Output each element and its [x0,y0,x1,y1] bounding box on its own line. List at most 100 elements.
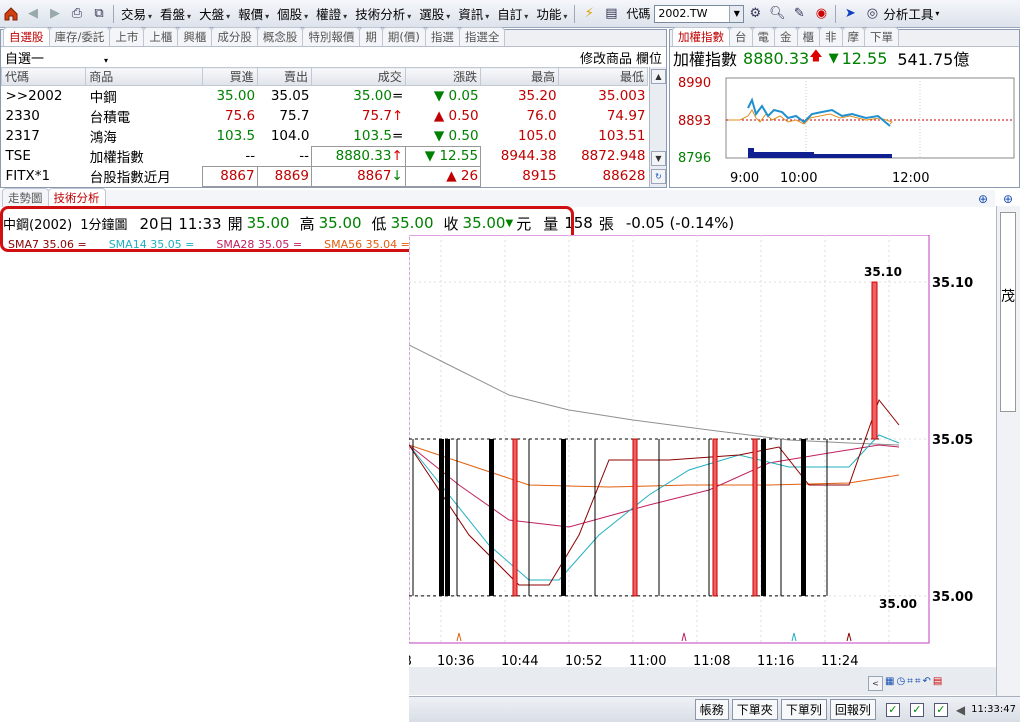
menu-item[interactable]: 交易 [117,4,156,23]
tab[interactable]: 台 [729,27,753,46]
menu-item[interactable]: 資訊 [454,4,493,23]
column-header[interactable]: 漲跌 [404,67,482,86]
tab[interactable]: 指選 [424,27,460,46]
notepad-icon[interactable]: ▤ [602,5,620,23]
column-header[interactable]: 賣出 [256,67,312,86]
tab[interactable]: 概念股 [256,27,304,46]
chart-tool-icon[interactable]: ⌗ [915,676,921,692]
chart-tool-icon[interactable]: ◷ [896,676,905,692]
cell-low: 103.51 [598,128,646,144]
tab[interactable]: 特別報價 [302,27,361,46]
index-volume: 541.75億 [897,50,970,69]
quote-scrollbar[interactable]: ▲ ▼ ↻ [649,67,666,187]
column-header[interactable]: 成交 [310,67,406,86]
quote-icon[interactable]: ⚙ [746,5,764,23]
ma-label: SMA7 35.06 = [8,238,87,251]
status-button[interactable]: 下單夾 [731,699,778,720]
quote-row[interactable]: 2330 台積電 75.6 75.7 75.7↑ ▲ 0.50 76.0 74.97 [2,106,648,126]
tab[interactable]: 非 [819,27,843,46]
menu-item[interactable]: 看盤 [156,4,195,23]
menu-item[interactable]: 選股 [415,4,454,23]
status-button[interactable]: 回報列 [829,699,876,720]
modify-items-button[interactable]: 修改商品 [580,52,632,67]
quote-header-row: 代碼 商品 買進 賣出 成交 漲跌 最高 最低 [0,67,648,86]
column-header[interactable]: 最低 [558,67,648,86]
chart-right-scrollbar[interactable] [996,206,1020,696]
chart-tool-icon[interactable]: ⌗ [907,676,913,692]
search-icon[interactable]: 🔍︎ [768,5,786,23]
check-icon[interactable]: ✓ [933,702,948,717]
tab[interactable]: 金 [774,27,798,46]
cell-code-text: FITX*1 [5,168,51,184]
chart-tool-icon[interactable]: ▦ [885,676,894,692]
lightning-icon[interactable]: ⚡ [580,5,598,23]
column-header[interactable]: 最高 [480,67,560,86]
quote-row[interactable]: >>2002 中鋼 35.00 35.05 35.00= ▼ 0.05 35.20 35.00… [2,86,648,106]
tab[interactable]: 成分股 [211,27,258,46]
analysis-tools-menu[interactable]: 分析工具 [883,4,933,23]
cell-high: 35.20 [517,88,557,104]
back-icon[interactable]: ◀ [24,5,42,23]
cell-name: 台積電 [86,106,203,126]
speaker-icon[interactable]: ◀ [956,703,965,717]
analysis-icon[interactable]: ◎ [863,5,881,23]
menu-item[interactable]: 個股 [273,4,312,23]
status-button[interactable]: 帳務 [694,699,729,720]
status-button[interactable]: 下單列 [780,699,827,720]
menu-item[interactable]: 技術分析 [351,4,415,23]
forward-icon[interactable]: ▶ [46,5,64,23]
quote-row[interactable]: TSE 加權指數 -- -- 8880.33↑ ▼ 12.55 8944.38 8872.94… [2,145,648,167]
right-tab[interactable]: 茂 [1001,286,1015,306]
tab[interactable]: 興櫃 [177,27,213,46]
home-icon[interactable] [2,5,20,23]
candle-bar-up [712,438,718,597]
chart-tool-icon[interactable]: ↶ [922,676,930,692]
tab[interactable]: 指選全 [458,27,506,46]
cell-low: 8872.948 [581,148,646,164]
alert-icon[interactable]: ◉ [812,5,830,23]
column-header[interactable]: 商品 [85,67,204,86]
status-bar: 帳務 下單夾 下單列 回報列 ✓ ✓ ✓ ◀ 11:33:47 [409,696,1020,722]
check-icon[interactable]: ✓ [909,702,924,717]
chevron-down-icon[interactable]: ▼ [729,5,744,22]
tab[interactable]: 下單 [864,27,899,46]
code-combo[interactable]: 2002.TW ▼ [654,4,745,23]
tab[interactable]: 自選股 [3,27,50,46]
menu-item[interactable]: 報價 [234,4,273,23]
scroll-up-icon[interactable]: ▲ [651,69,666,84]
menu-item[interactable]: 權證 [312,4,351,23]
zoom-icon[interactable]: ⊕ [1003,192,1013,206]
tab[interactable]: 技術分析 [47,188,106,207]
column-button[interactable]: 欄位 [636,52,662,67]
scroll-down-icon[interactable]: ▼ [651,151,666,166]
quote-row[interactable]: FITX*1 台股指數近月 8867 8869 8867↓ ▲ 26 8915 88628 [2,165,648,187]
tab[interactable]: 電 [751,27,775,46]
pointer-icon[interactable]: ➤ [841,5,859,23]
tab[interactable]: 走勢圖 [2,188,49,207]
tab[interactable]: 期 [359,27,383,46]
tab[interactable]: 庫存/委託 [48,27,111,46]
menu-item[interactable]: 功能 [532,4,571,23]
menu-item[interactable]: 自訂 [493,4,532,23]
popout-icon[interactable]: ⧉ [90,5,108,23]
print-icon[interactable]: ⎙ [68,5,86,23]
column-header[interactable]: 買進 [202,67,258,86]
tools-icon[interactable]: ✎ [790,5,808,23]
tab[interactable]: 上櫃 [143,27,179,46]
scroll-left-icon[interactable]: < [868,676,883,691]
chart-tool-icon[interactable]: ▤ [933,676,942,692]
tab[interactable]: 櫃 [796,27,820,46]
menu-item[interactable]: 大盤 [195,4,234,23]
group-selector[interactable]: 自選一 ▾ [5,48,108,67]
tab[interactable]: 摩 [841,27,865,46]
tab[interactable]: 上市 [109,27,145,46]
column-header[interactable]: 代碼 [0,67,87,86]
quote-row[interactable]: 2317 鴻海 103.5 104.0 103.5= ▼ 0.50 105.0 103.51 [2,126,648,146]
tab[interactable]: 加權指數 [672,27,730,46]
tab[interactable]: 期(價) [381,27,426,46]
cell-chg-text: 0.05 [448,88,479,104]
check-icon[interactable]: ✓ [885,702,900,717]
refresh-icon[interactable]: ↻ [651,169,666,184]
zoom-icon[interactable]: ⊕ [978,192,988,206]
volume-unit: 張 [598,214,614,233]
